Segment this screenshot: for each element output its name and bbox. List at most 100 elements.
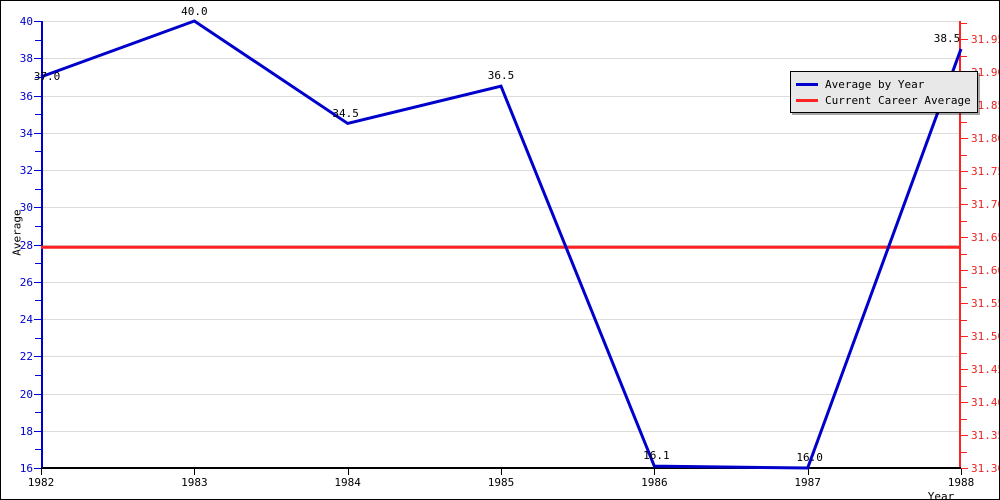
x-tick-label: 1987 [794, 476, 821, 489]
x-tick-label: 1983 [181, 476, 208, 489]
y-tick-label-left: 32 [19, 164, 33, 177]
y-tick-left [34, 281, 41, 283]
x-tick [347, 469, 349, 475]
y-tick-right-minor [961, 220, 967, 222]
y-tick-label-right: 31.30 [971, 462, 999, 475]
x-tick-label: 1982 [27, 476, 55, 489]
legend-swatch-blue [796, 82, 818, 86]
line-chart: 1618202224262830323436384031.3031.3531.4… [0, 0, 1000, 500]
y-tick-left [34, 468, 41, 469]
y-tick-right-minor [961, 451, 967, 453]
x-tick-label: 1984 [334, 476, 361, 489]
point-value-label: 16.0 [796, 451, 823, 464]
y-tick-left-minor [35, 263, 41, 265]
y-tick-label-left: 18 [19, 424, 33, 438]
x-tick [194, 469, 196, 475]
y-tick-right [961, 39, 968, 41]
y-tick-left-minor [35, 151, 41, 153]
y-tick-left [34, 21, 41, 22]
y-tick-right [961, 435, 968, 437]
y-tick-label-right: 31.80 [971, 132, 999, 146]
y-tick-label-left: 26 [19, 275, 33, 289]
y-tick-label-right: 31.35 [971, 429, 999, 443]
y-tick-label-left: 38 [19, 52, 33, 66]
point-value-label: 37.0 [33, 69, 61, 83]
y-tick-left [34, 430, 41, 432]
y-tick-right-minor [961, 253, 967, 255]
legend-item-average-by-year[interactable]: Average by Year [796, 76, 971, 92]
point-value-label: 38.5 [933, 31, 961, 45]
y-tick-right-minor [961, 121, 967, 123]
gridline [41, 281, 961, 283]
gridline [41, 132, 961, 134]
y-tick-left [34, 58, 41, 60]
y-tick-right [961, 204, 968, 206]
y-tick-label-right: 31.95 [971, 33, 999, 47]
y-tick-left-minor [35, 449, 41, 451]
point-value-label: 40.0 [181, 5, 208, 18]
y-tick-label-right: 31.70 [971, 198, 999, 212]
gridline [41, 58, 961, 60]
legend-label-current-career-average: Current Career Average [825, 93, 971, 107]
y-tick-right-minor [961, 418, 967, 420]
y-tick-right-minor [961, 154, 967, 156]
y-tick-label-right: 31.45 [971, 363, 999, 377]
y-tick-label-right: 31.60 [971, 264, 999, 278]
y-tick-label-right: 31.65 [971, 231, 999, 245]
x-tick-label: 1985 [487, 476, 515, 489]
x-tick [961, 469, 962, 475]
y-tick-left-minor [35, 225, 41, 227]
gridline [41, 393, 961, 395]
y-tick-left [34, 393, 41, 395]
x-tick [41, 469, 42, 475]
y-tick-label-left: 34 [19, 126, 33, 140]
y-tick-right [961, 303, 968, 305]
y-tick-right [961, 237, 968, 239]
x-tick [501, 469, 502, 475]
y-tick-right [961, 171, 968, 173]
y-tick-right-minor [961, 22, 967, 24]
y-tick-left [34, 95, 41, 97]
gridline [41, 244, 961, 246]
gridline [41, 430, 961, 432]
y-tick-left-minor [35, 374, 41, 376]
x-tick [654, 469, 656, 475]
x-tick-label: 1986 [641, 476, 668, 489]
y-tick-label-left: 20 [19, 387, 33, 401]
y-tick-label-left: 24 [19, 313, 33, 326]
y-tick-left [34, 132, 41, 134]
y-tick-right [961, 402, 968, 404]
x-tick-label: 1988 [947, 476, 975, 489]
y-tick-right [961, 468, 968, 469]
y-tick-label-left: 16 [19, 462, 33, 475]
y-tick-left-minor [35, 300, 41, 302]
y-tick-right [961, 270, 968, 272]
y-axis-title: Average [10, 209, 24, 256]
x-axis-title: Year [927, 490, 955, 500]
y-tick-right-minor [961, 55, 967, 57]
x-tick [807, 469, 809, 475]
y-tick-left-minor [35, 188, 41, 190]
chart-legend[interactable]: Average by Year Current Career Average [790, 71, 978, 113]
y-tick-left [34, 207, 41, 209]
y-tick-right-minor [961, 187, 967, 189]
gridline [41, 356, 961, 358]
y-tick-right [961, 138, 968, 140]
y-tick-right-minor [961, 352, 967, 354]
y-tick-right [961, 369, 968, 371]
y-tick-left-minor [35, 114, 41, 116]
left-axis-spine [41, 21, 43, 468]
y-tick-left [34, 170, 41, 171]
y-tick-right-minor [961, 319, 967, 321]
y-tick-left [34, 319, 41, 320]
y-tick-right-minor [961, 385, 967, 387]
y-tick-right-minor [961, 286, 967, 288]
y-tick-right [961, 336, 968, 338]
y-tick-label-right: 31.55 [971, 297, 999, 311]
legend-item-current-career-average[interactable]: Current Career Average [796, 92, 971, 108]
y-tick-label-left: 22 [19, 350, 33, 364]
y-tick-label-right: 31.50 [971, 330, 999, 344]
legend-swatch-red [796, 98, 818, 102]
y-tick-label-left: 36 [19, 89, 33, 103]
gridline [41, 21, 961, 22]
